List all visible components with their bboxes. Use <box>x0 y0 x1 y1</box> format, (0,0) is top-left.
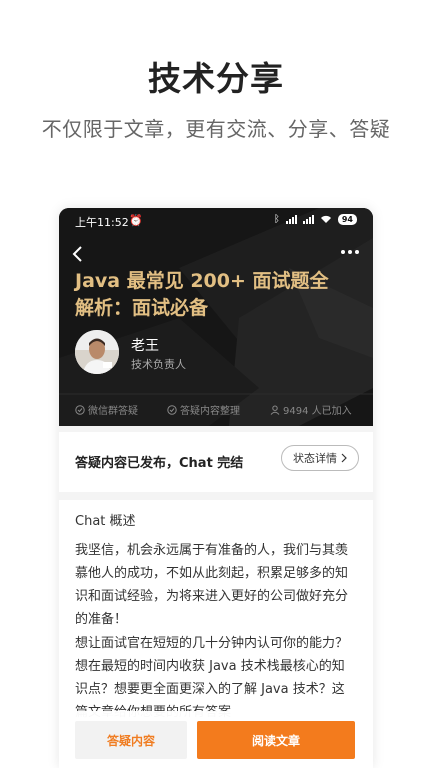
overview-title: Chat 概述 <box>75 514 136 529</box>
promo-subtitle: 不仅限于文章，更有交流、分享、答疑 <box>41 117 391 141</box>
overview-paragraph: 我坚信，机会永远属于有准备的人，我们与其羡慕他人的成功，不如从此刻起，积累足够多… <box>75 543 349 627</box>
status-details-button[interactable]: 状态详情 <box>281 445 359 471</box>
author-name: 老王 <box>131 338 159 354</box>
avatar[interactable] <box>75 330 119 374</box>
chevron-right-icon <box>341 453 347 463</box>
qa-content-button[interactable]: 答疑内容 <box>75 721 187 759</box>
feature-label: 微信群答疑 <box>88 406 138 417</box>
check-circle-icon <box>167 404 177 415</box>
signal-icon-2 <box>302 215 314 224</box>
wifi-icon <box>320 215 331 223</box>
more-menu-icon[interactable] <box>341 250 359 254</box>
feature-item: 微信群答疑 <box>75 402 138 417</box>
overview-paragraph: 想让面试官在短短的几十分钟内认可你的能力？想在最短的时间内收获 Java 技术栈… <box>75 636 349 720</box>
feature-item: 9494 人已加入 <box>270 402 352 417</box>
feature-label: 9494 人已加入 <box>283 406 352 417</box>
battery-icon: 94 <box>337 214 357 225</box>
article-hero: 上午11:52 ⏰ ᛒ 94 Java 最常见 200+ 面试题全解析：面试必备 <box>59 208 373 426</box>
feature-label: 答疑内容整理 <box>180 406 240 417</box>
feature-item: 答疑内容整理 <box>167 402 240 417</box>
article-title: Java 最常见 200+ 面试题全解析：面试必备 <box>75 270 329 319</box>
signal-icon <box>285 215 297 224</box>
read-article-button[interactable]: 阅读文章 <box>197 721 355 759</box>
status-card: 答疑内容已发布，Chat 完结 状态详情 <box>59 432 373 492</box>
bottom-action-bar: 答疑内容 阅读文章 <box>59 711 373 768</box>
back-arrow-icon[interactable] <box>71 245 87 263</box>
check-circle-icon <box>75 404 85 415</box>
author-role: 技术负责人 <box>131 358 186 371</box>
bluetooth-icon: ᛒ <box>273 214 280 225</box>
status-text: 答疑内容已发布，Chat 完结 <box>75 456 244 471</box>
phone-screen: 上午11:52 ⏰ ᛒ 94 Java 最常见 200+ 面试题全解析：面试必备 <box>59 208 373 768</box>
person-icon <box>270 405 280 415</box>
status-bar: 上午11:52 ⏰ ᛒ 94 <box>59 214 373 230</box>
clock: 上午11:52 <box>75 216 129 229</box>
status-details-label: 状态详情 <box>293 452 337 465</box>
alarm-off-icon: ⏰ <box>129 214 143 227</box>
promo-title: 技术分享 <box>148 59 284 98</box>
